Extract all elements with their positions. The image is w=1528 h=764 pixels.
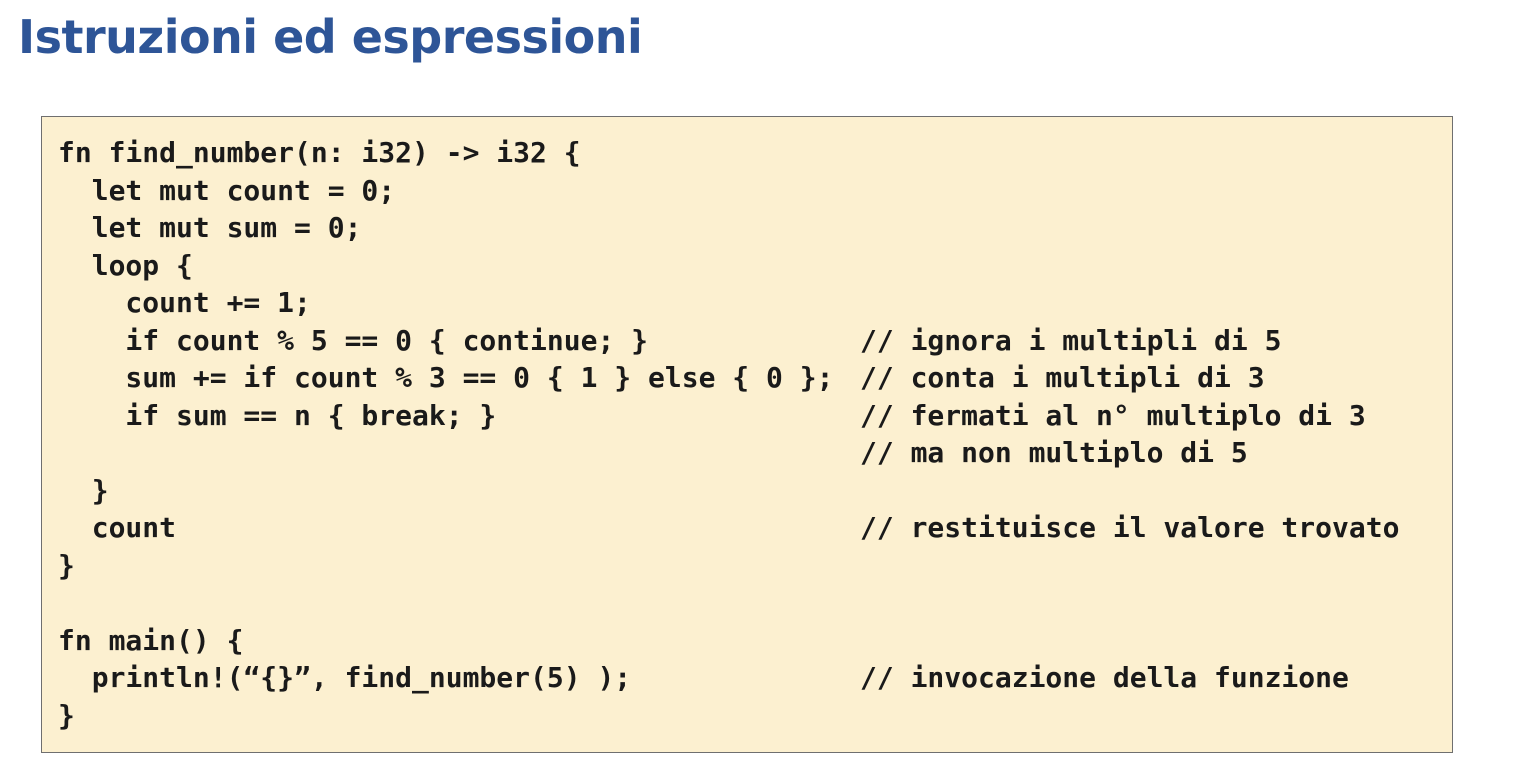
code-text: sum += if count % 3 == 0 { 1 } else { 0 …: [58, 361, 834, 394]
code-text: count: [58, 511, 177, 544]
code-text: if sum == n { break; }: [58, 398, 497, 432]
code-text: count += 1;: [58, 286, 311, 319]
code-comment: // restituisce il valore trovato: [860, 511, 1400, 544]
code-text: fn main() {: [58, 623, 244, 657]
code-block: fn find_number(n: i32) -> i32 { let mut …: [41, 116, 1453, 753]
code-text: let mut sum = 0;: [58, 211, 362, 244]
code-comment: // invocazione della funzione: [860, 661, 1349, 694]
code-text: }: [58, 473, 109, 507]
slide-title: Istruzioni ed espressioni: [18, 10, 643, 64]
code-text: println!(“{}”, find_number(5) );: [58, 661, 632, 694]
code-text: }: [58, 548, 75, 582]
code-text: loop {: [58, 248, 193, 282]
code-text: }: [58, 698, 75, 732]
code-comment: // conta i multipli di 3: [860, 361, 1265, 394]
code-text: let mut count = 0;: [58, 173, 396, 207]
code-comment: // ignora i multipli di 5: [860, 323, 1282, 357]
code-text: fn find_number(n: i32) -> i32 {: [58, 136, 581, 169]
slide: Istruzioni ed espressioni fn find_number…: [0, 0, 1528, 764]
code-comment: // ma non multiplo di 5: [860, 436, 1248, 469]
code-comment: // fermati al n° multiplo di 3: [860, 398, 1366, 432]
code-text: if count % 5 == 0 { continue; }: [58, 323, 649, 357]
